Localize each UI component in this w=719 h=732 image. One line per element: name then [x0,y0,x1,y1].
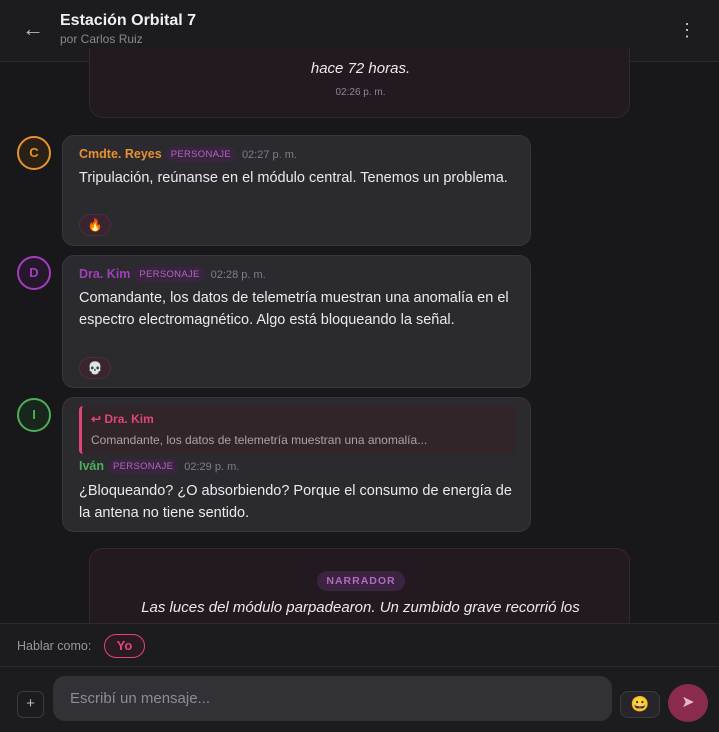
narrator-text: hace 72 horas. [310,60,411,77]
message-time: 02:26 p. m. [335,87,386,98]
plus-icon[interactable]: + [17,691,44,718]
emoji-picker-icon[interactable]: 😀 [620,691,660,718]
speak-as-label: Hablar como: [17,639,92,653]
message-meta: Cmdte. Reyes PERSONAJE 02:27 p. m. [79,147,297,165]
character-badge: PERSONAJE [165,147,236,162]
reply-author: ↩ Dra. Kim [91,412,154,426]
sender-name[interactable]: Dra. Kim [79,267,130,281]
message-input[interactable] [53,676,612,721]
send-icon[interactable]: ➤ [668,684,708,722]
message-time: 02:27 p. m. [241,149,297,161]
chat-message: Cmdte. Reyes PERSONAJE 02:27 p. m. Tripula… [62,135,531,246]
character-badge: PERSONAJE [134,267,205,282]
narrator-badge: NARRADOR [317,571,405,591]
message-time: 02:29 p. m. [184,461,240,473]
avatar[interactable]: I [17,398,51,432]
message-meta: Iván PERSONAJE 02:29 p. m. [79,459,239,477]
chat-author: por Carlos Ruiz [60,32,143,46]
back-arrow-icon[interactable]: ← [22,14,48,44]
reply-quote[interactable]: ↩ Dra. Kim Comandante, los datos de tele… [79,406,516,454]
chat-message: Dra. Kim PERSONAJE 02:28 p. m. Comandante,… [62,255,531,388]
reply-excerpt: Comandante, los datos de telemetría mues… [91,433,428,447]
message-time: 02:28 p. m. [210,269,266,281]
sender-name[interactable]: Cmdte. Reyes [79,147,162,161]
more-options-icon[interactable]: ⋮ [676,16,698,44]
speak-as-selector[interactable]: Yo [104,634,145,658]
message-text: Tripulación, reúnanse en el módulo centr… [79,170,508,186]
chat-message: ↩ Dra. Kim Comandante, los datos de tele… [62,397,531,532]
message-text: ¿Bloqueando? ¿O absorbiendo? Porque el c… [79,483,512,521]
skull-reaction-icon[interactable]: 💀 [79,357,111,379]
avatar[interactable]: C [17,136,51,170]
message-composer: + 😀 ➤ [0,667,719,732]
character-badge: PERSONAJE [108,459,179,474]
message-meta: Dra. Kim PERSONAJE 02:28 p. m. [79,267,266,285]
narrator-text: Las luces del módulo parpadearon. Un zum… [141,599,580,616]
message-text: Comandante, los datos de telemetría mues… [79,290,509,328]
fire-reaction-icon[interactable]: 🔥 [79,214,111,236]
chat-title: Estación Orbital 7 [60,12,197,29]
sender-name[interactable]: Iván [79,459,104,473]
speak-as-bar: Hablar como: Yo [0,623,719,667]
avatar[interactable]: D [17,256,51,290]
narrator-message: hace 72 horas. 02:26 p. m. [89,48,630,118]
